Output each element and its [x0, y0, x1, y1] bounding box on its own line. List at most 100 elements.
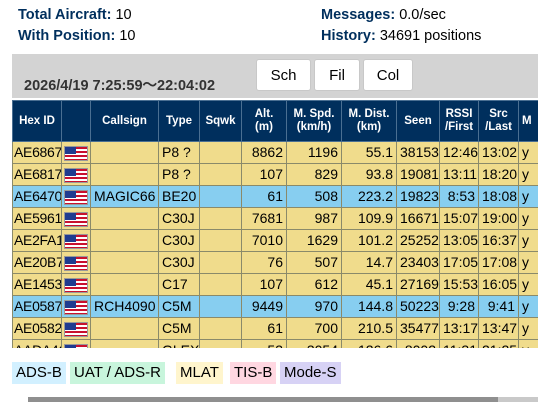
cell-last: 19:00 — [478, 207, 519, 230]
col-header-callsign[interactable]: Callsign — [90, 100, 159, 142]
cell-max-distance: 101.2 — [341, 229, 397, 252]
cell-hex-id: AE0582 — [12, 317, 62, 340]
cell-more: y — [518, 185, 538, 208]
us-flag-icon — [64, 189, 88, 205]
cell-altitude: 61 — [241, 185, 287, 208]
cell-type: C17 — [158, 273, 200, 296]
col-header-type[interactable]: Type — [158, 100, 200, 142]
cell-max-distance: 109.9 — [341, 207, 397, 230]
col-header-max-distance-line1: M. Dist. — [348, 108, 390, 120]
cell-type: C5M — [158, 317, 200, 340]
col-header-squawk[interactable]: Sqwk — [199, 100, 242, 142]
table-row[interactable]: AE6817 P8 ? 107 829 93.8 19081 13:11 18:20 y — [12, 163, 538, 186]
legend-item: UAT / ADS-R — [70, 362, 165, 384]
cell-max-speed: 612 — [286, 273, 342, 296]
cell-altitude: 107 — [241, 273, 287, 296]
cell-last: 13:02 — [478, 141, 519, 164]
cell-altitude: 61 — [241, 317, 287, 340]
cell-flag — [61, 273, 91, 296]
cell-first: 15:07 — [439, 207, 479, 230]
table-row[interactable]: AE6867 P8 ? 8862 1196 55.1 38153 12:46 13:02 y — [12, 141, 538, 164]
cell-callsign — [90, 207, 159, 230]
table-row[interactable]: AE20B7 C30J 76 507 14.7 23403 17:05 17:08 y — [12, 251, 538, 274]
cell-max-distance: 14.7 — [341, 251, 397, 274]
cell-last: 21:25 — [478, 339, 519, 348]
cell-altitude: 7681 — [241, 207, 287, 230]
table-row[interactable]: AE6470 MAGIC66 BE20 61 508 223.2 19823 8:53 18:0… — [12, 185, 538, 208]
col-header-hex[interactable]: Hex ID — [12, 100, 62, 142]
us-flag-icon — [64, 343, 88, 348]
col-header-src-last[interactable]: Src/Last — [478, 100, 519, 142]
col-header-flag[interactable] — [61, 100, 91, 142]
cell-seen: 19823 — [396, 185, 440, 208]
horizontal-scrollbar[interactable] — [28, 397, 538, 402]
cell-more: y — [518, 229, 538, 252]
col-header-altitude[interactable]: Alt. (m) — [241, 100, 287, 142]
col-header-more[interactable]: M — [518, 100, 538, 142]
history-label: History: — [321, 28, 376, 44]
cell-seen: 23403 — [396, 251, 440, 274]
cell-max-speed: 3054 — [286, 339, 342, 348]
cell-seen: 35477 — [396, 317, 440, 340]
cell-first: 8:53 — [439, 185, 479, 208]
col-header-max-speed[interactable]: M. Spd. (km/h) — [286, 100, 342, 142]
cell-hex-id: AE2FA1 — [12, 229, 62, 252]
cell-hex-id: AADA4C — [12, 339, 62, 348]
legend-item: ADS-B — [12, 362, 66, 384]
cell-more: y — [518, 207, 538, 230]
col-header-src-line2: /Last — [485, 121, 512, 133]
col-header-more-label: M — [522, 114, 532, 127]
aircraft-table-container[interactable]: Hex ID Callsign Type Sqwk Alt. (m) M. Spd… — [12, 100, 538, 348]
cell-hex-id: AE5961 — [12, 207, 62, 230]
table-row[interactable]: AADA4C GLEX 533054126.6800211:3121:25y — [12, 339, 538, 348]
cell-callsign — [90, 163, 159, 186]
cell-type: GLEX — [158, 339, 200, 348]
cell-more: y — [518, 339, 538, 348]
messages-stat: Messages: 0.0/sec — [321, 7, 446, 24]
cell-callsign — [90, 229, 159, 252]
stats-panel: Total Aircraft: 10 With Position: 10 Mes… — [0, 0, 538, 50]
cell-seen: 19081 — [396, 163, 440, 186]
table-row[interactable]: AE2FA1 C30J 7010 1629 101.2 25252 13:05 16:37 y — [12, 229, 538, 252]
cell-first: 13:11 — [439, 163, 479, 186]
col-header-altitude-line1: Alt. — [254, 108, 274, 120]
col-header-max-distance[interactable]: M. Dist. (km) — [341, 100, 397, 142]
col-header-hex-label: Hex ID — [19, 114, 55, 127]
legend-item: Mode-S — [280, 362, 341, 384]
table-row[interactable]: AE1453 C17 107 612 45.1 27169 15:53 16:05 y — [12, 273, 538, 296]
cell-max-speed: 700 — [286, 317, 342, 340]
cell-squawk — [199, 295, 242, 318]
horizontal-scrollbar-thumb[interactable] — [28, 397, 498, 402]
total-aircraft-label: Total Aircraft: — [18, 7, 112, 23]
filter-button[interactable]: Fil — [314, 59, 360, 91]
messages-label: Messages: — [321, 7, 396, 23]
search-button[interactable]: Sch — [256, 59, 311, 91]
cell-last: 9:41 — [478, 295, 519, 318]
cell-seen: 38153 — [396, 141, 440, 164]
cell-max-distance: 45.1 — [341, 273, 397, 296]
total-aircraft-stat: Total Aircraft: 10 — [18, 7, 132, 24]
columns-button[interactable]: Col — [363, 59, 413, 91]
us-flag-icon — [64, 233, 88, 249]
cell-altitude: 53 — [241, 339, 287, 348]
cell-flag — [61, 295, 91, 318]
cell-squawk — [199, 207, 242, 230]
cell-more: y — [518, 141, 538, 164]
with-position-value: 10 — [119, 28, 136, 44]
with-position-stat: With Position: 10 — [18, 28, 136, 45]
table-row[interactable]: AE0587 RCH4090 C5M 9449 970 144.8 50223 9:28 9:4… — [12, 295, 538, 318]
col-header-rssi-line1: RSSI — [445, 108, 473, 120]
cell-max-distance: 223.2 — [341, 185, 397, 208]
cell-last: 16:05 — [478, 273, 519, 296]
cell-first: 15:53 — [439, 273, 479, 296]
cell-more: y — [518, 317, 538, 340]
cell-type: C30J — [158, 251, 200, 274]
col-header-seen[interactable]: Seen — [396, 100, 440, 142]
cell-squawk — [199, 141, 242, 164]
cell-flag — [61, 141, 91, 164]
table-row[interactable]: AE0582 C5M 61 700 210.5 35477 13:17 13:47 y — [12, 317, 538, 340]
cell-max-speed: 1196 — [286, 141, 342, 164]
table-row[interactable]: AE5961 C30J 7681 987 109.9 16671 15:07 19:00 y — [12, 207, 538, 230]
col-header-rssi-first[interactable]: RSSI/First — [439, 100, 479, 142]
cell-last: 13:47 — [478, 317, 519, 340]
